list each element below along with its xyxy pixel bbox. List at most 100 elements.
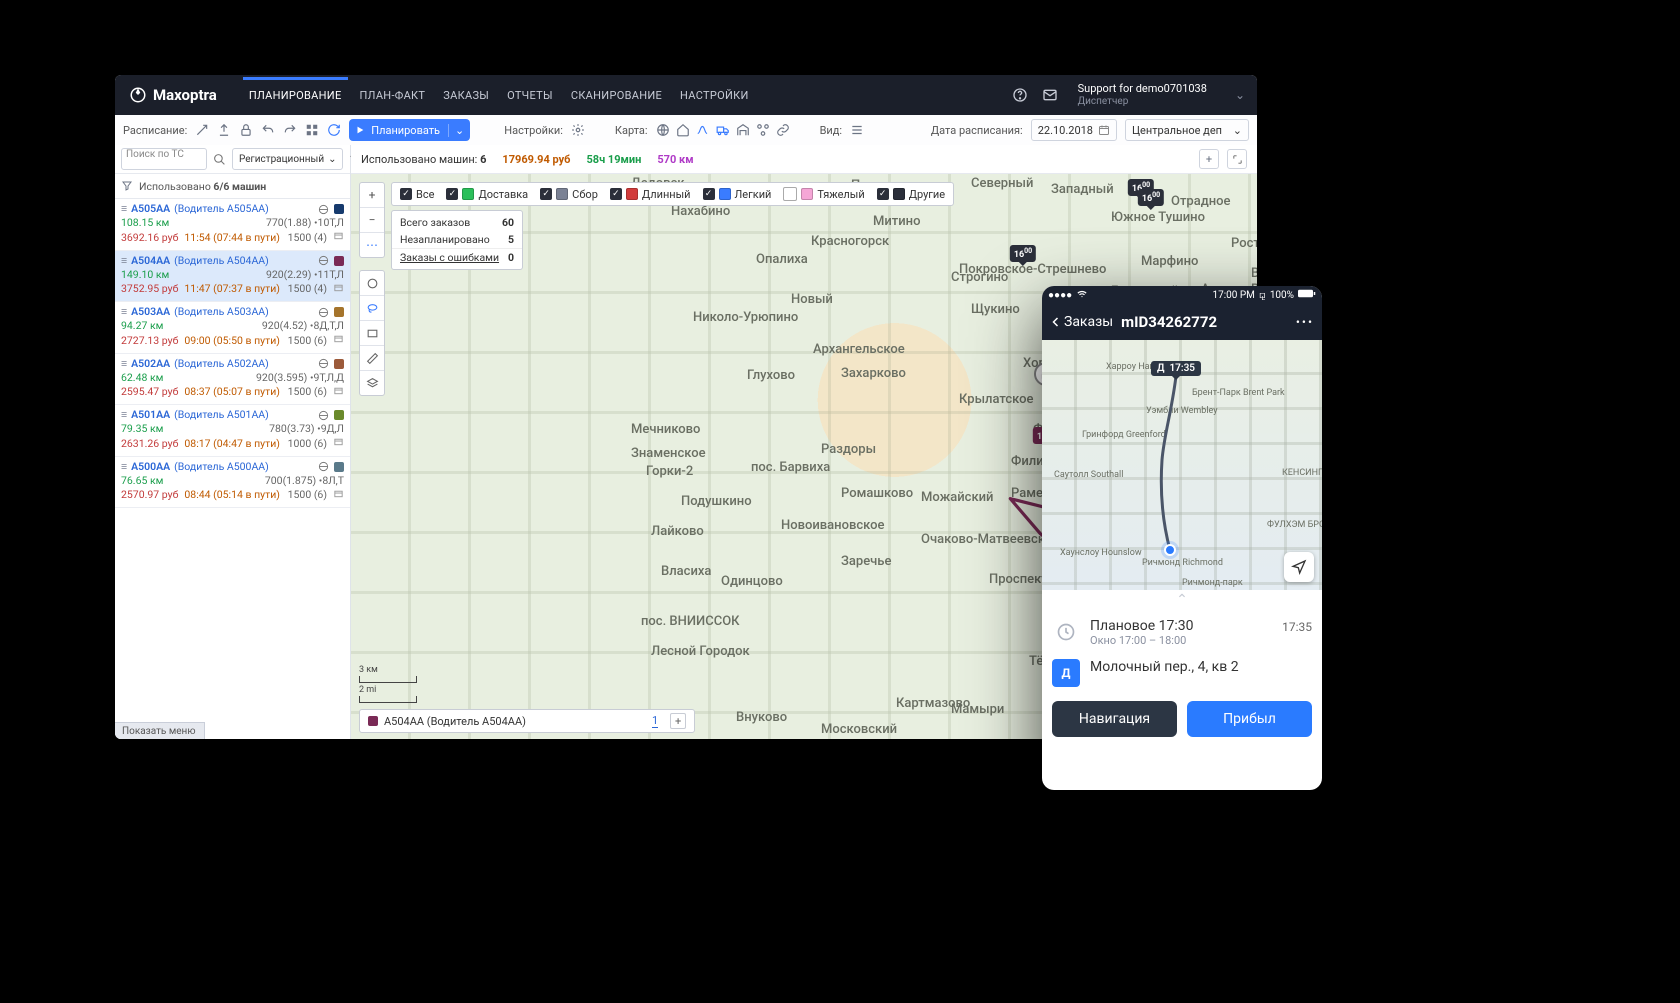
map-city-label: Мечниково xyxy=(631,422,700,437)
time-row: Плановое 17:30 Окно 17:00 – 18:00 17:35 xyxy=(1052,612,1312,653)
vehicle-row[interactable]: ≡ А504АА (Водитель А504АА) 149.10 км920(… xyxy=(115,251,350,303)
eta-value: 17:35 xyxy=(1282,618,1312,634)
export-icon[interactable] xyxy=(217,123,231,137)
cluster-icon[interactable] xyxy=(756,123,770,137)
clock-icon xyxy=(1052,618,1080,646)
unlock-icon[interactable] xyxy=(195,123,209,137)
nav-tab-5[interactable]: НАСТРОЙКИ xyxy=(680,89,749,102)
main-toolbar: Расписание: Планировать ⌄ Настройки: Кар… xyxy=(115,115,1257,146)
truck-icon[interactable] xyxy=(716,123,730,137)
vehicle-row[interactable]: ≡ А500АА (Водитель А500АА) 76.65 км700(1… xyxy=(115,457,350,509)
map-legend: ✓Все ✓Доставка ✓Сбор ✓Длинный ✓Легкий Тя… xyxy=(391,182,954,206)
vehicle-row[interactable]: ≡ А501АА (Водитель А501АА) 79.35 км780(3… xyxy=(115,405,350,457)
nav-tab-3[interactable]: ОТЧЕТЫ xyxy=(507,89,553,102)
ruler-tool-icon[interactable] xyxy=(360,346,384,371)
date-picker[interactable]: 22.10.2018 xyxy=(1031,119,1117,141)
back-button[interactable]: Заказы xyxy=(1050,314,1113,330)
legend-light[interactable]: ✓Легкий xyxy=(703,187,772,201)
map-city-label: Опалиха xyxy=(756,252,808,267)
layer-tool-icon[interactable] xyxy=(360,371,384,395)
map-marker[interactable]: 1600 xyxy=(1138,189,1164,206)
arrived-button[interactable]: Прибыл xyxy=(1187,701,1312,737)
dc-select[interactable]: Центральное деп⌄ xyxy=(1125,119,1249,141)
help-icon[interactable] xyxy=(1012,87,1028,103)
legend-long[interactable]: ✓Длинный xyxy=(610,187,691,201)
legend-pickup[interactable]: ✓Сбор xyxy=(540,187,598,201)
lasso-tool-icon[interactable] xyxy=(360,296,384,321)
more-icon[interactable]: ⋯ xyxy=(360,233,384,257)
sheet-handle[interactable]: ⌃ xyxy=(1164,596,1200,608)
locate-button[interactable] xyxy=(1284,552,1314,582)
zoom-in-button[interactable]: + xyxy=(360,183,384,208)
map-scale: 3 км 2 mi xyxy=(359,665,417,703)
link-icon[interactable] xyxy=(776,123,790,137)
gear-icon[interactable] xyxy=(571,123,585,137)
route-icon[interactable] xyxy=(696,123,710,137)
brand-icon xyxy=(129,86,147,104)
show-menu-button[interactable]: Показать меню xyxy=(115,722,205,739)
schedule-label: Расписание: xyxy=(123,124,187,137)
add-icon[interactable]: + xyxy=(1199,149,1219,169)
map-city-label: Крылатское xyxy=(959,392,1033,407)
navigation-button[interactable]: Навигация xyxy=(1052,701,1177,737)
circle-tool-icon[interactable] xyxy=(360,271,384,296)
nav-tab-1[interactable]: ПЛАН-ФАКТ xyxy=(360,89,426,102)
map-marker[interactable]: 1600 xyxy=(1010,245,1036,262)
list-icon[interactable] xyxy=(850,123,864,137)
map-city-label: Митино xyxy=(873,214,920,229)
lock-icon[interactable] xyxy=(239,123,253,137)
phone-map[interactable]: Харроу HarrowУэмбли WembleyГринфорд Gree… xyxy=(1042,340,1322,590)
calendar-icon xyxy=(1098,124,1110,136)
legend-heavy[interactable]: Тяжелый xyxy=(783,187,864,201)
legend-all[interactable]: ✓Все xyxy=(400,187,434,201)
address-row[interactable]: Д Молочный пер., 4, кв 2 xyxy=(1052,653,1312,693)
globe-icon xyxy=(318,255,329,266)
box-icon xyxy=(333,230,344,245)
order-pin[interactable]: Д 17:35 xyxy=(1151,361,1201,376)
filter-row[interactable]: Использовано 6/6 машин xyxy=(115,174,350,199)
vehicle-row[interactable]: ≡ А503АА (Водитель А503АА) 94.27 км920(4… xyxy=(115,302,350,354)
grid-icon[interactable] xyxy=(305,123,319,137)
map-city-label: Раздоры xyxy=(821,442,876,457)
globe-icon xyxy=(318,410,329,421)
selected-route-chip[interactable]: А504АА (Водитель А504АА) 1 + xyxy=(359,709,695,733)
mail-icon[interactable] xyxy=(1042,87,1058,103)
map-city-label: Николо-Урюпино xyxy=(693,310,798,325)
undo-icon[interactable] xyxy=(261,123,275,137)
reload-icon[interactable] xyxy=(327,123,341,137)
sort-select[interactable]: Регистрационный⌄ xyxy=(232,148,343,170)
legend-delivery[interactable]: ✓Доставка xyxy=(446,187,528,201)
add-chip-icon[interactable]: + xyxy=(670,713,686,729)
map-city-label: Ростокино xyxy=(1231,236,1257,251)
current-location-dot xyxy=(1161,541,1179,559)
nav-tab-0[interactable]: ПЛАНИРОВАНИЕ xyxy=(249,89,342,102)
battery-icon xyxy=(1298,289,1316,301)
vehicle-search-input[interactable]: Поиск по ТС xyxy=(121,148,207,170)
chevron-down-icon[interactable]: ⌄ xyxy=(448,124,470,137)
expand-icon[interactable] xyxy=(1227,149,1247,169)
redo-icon[interactable] xyxy=(283,123,297,137)
globe-icon[interactable] xyxy=(656,123,670,137)
nav-tab-4[interactable]: СКАНИРОВАНИЕ xyxy=(571,89,662,102)
map-city-label: Новый xyxy=(791,292,833,307)
map-city-label: Захарково xyxy=(841,366,906,381)
chevron-down-icon[interactable]: ⌄ xyxy=(1221,88,1245,102)
color-swatch xyxy=(334,256,344,266)
user-menu[interactable]: Support for demo0701038 Диспетчер xyxy=(1072,83,1207,106)
address-badge: Д xyxy=(1052,659,1080,687)
signal-icon: ●●●● xyxy=(1048,290,1072,301)
plan-button[interactable]: Планировать ⌄ xyxy=(349,119,470,141)
map-city-label: Картмазово xyxy=(896,696,970,711)
more-icon[interactable]: ••• xyxy=(1296,315,1314,329)
filter-icon xyxy=(121,180,133,192)
nav-tab-2[interactable]: ЗАКАЗЫ xyxy=(443,89,489,102)
legend-other[interactable]: ✓Другие xyxy=(877,187,945,201)
phone-map-label: Гринфорд Greenford xyxy=(1082,430,1166,440)
warehouse-icon[interactable] xyxy=(736,123,750,137)
vehicle-row[interactable]: ≡ А502АА (Водитель А502АА) 62.48 км920(3… xyxy=(115,354,350,406)
search-icon[interactable] xyxy=(213,153,226,166)
vehicle-row[interactable]: ≡ А505АА (Водитель А505АА) 108.15 км770(… xyxy=(115,199,350,251)
home-icon[interactable] xyxy=(676,123,690,137)
rect-tool-icon[interactable] xyxy=(360,321,384,346)
zoom-out-button[interactable]: − xyxy=(360,208,384,233)
